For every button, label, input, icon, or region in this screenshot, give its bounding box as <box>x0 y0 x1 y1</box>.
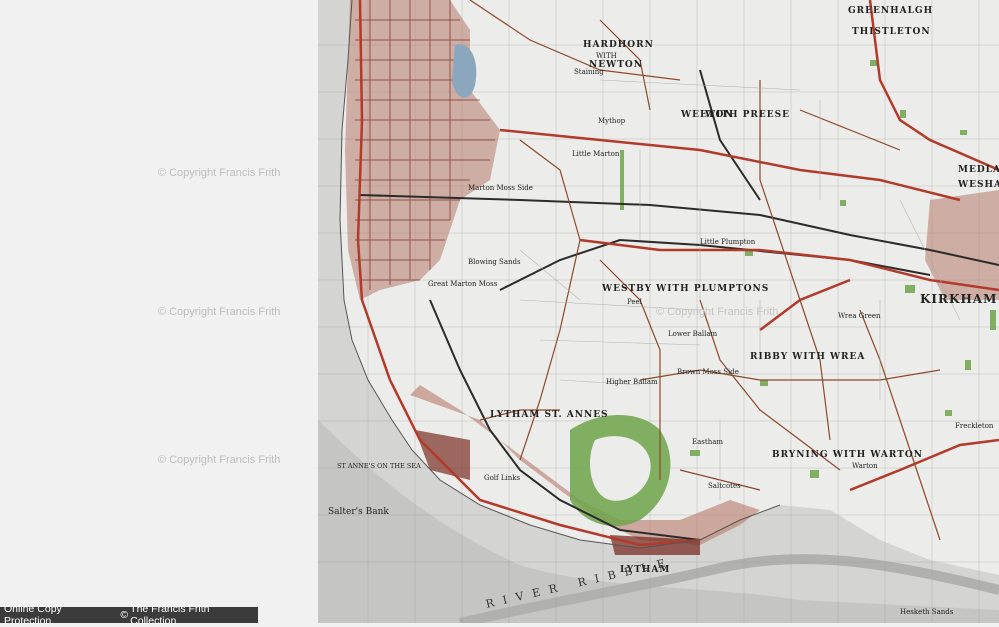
label-medlar: MEDLAR <box>958 165 999 175</box>
label-freckleton: Freckleton <box>955 422 994 430</box>
label-with: WITH <box>596 52 617 60</box>
label-little-marton: Little Marton <box>572 150 620 158</box>
label-ribby-wrea: RIBBY WITH WREA <box>750 352 866 362</box>
label-golf-links: Golf Links <box>484 474 521 482</box>
label-salters-bank: Salter's Bank <box>328 507 389 517</box>
watermark: © Copyright Francis Frith <box>158 167 281 179</box>
label-wrea-green: Wrea Green <box>838 312 881 320</box>
copy-protection-footer: Online Copy Protection. © The Francis Fr… <box>0 603 258 627</box>
label-warton: Warton <box>852 462 878 470</box>
label-eastham: Eastham <box>692 438 724 446</box>
map-image[interactable]: GREENHALGH THISTLETON HARDHORN WITH NEWT… <box>0 0 999 627</box>
label-hardhorn: HARDHORN <box>583 40 654 50</box>
label-brown-moss-side: Brown Moss Side <box>677 368 739 376</box>
label-bryning: BRYNING WITH WARTON <box>772 450 923 460</box>
label-westby-plumptons: WESTBY WITH PLUMPTONS <box>602 284 770 294</box>
label-mythop: Mythop <box>598 117 626 125</box>
label-with-preese: WITH PREESE <box>705 110 790 120</box>
label-staining: Staining <box>574 68 604 76</box>
footer-collection-text: The Francis Frith Collection <box>130 603 210 627</box>
label-kirkham: KIRKHAM <box>920 292 998 306</box>
watermark: © Copyright Francis Frith <box>158 306 281 318</box>
label-lytham-st-annes: LYTHAM ST. ANNES <box>490 410 609 420</box>
watermark: © Copyright Francis Frith <box>158 454 281 466</box>
footer-protection-text: Online Copy Protection. <box>4 603 62 627</box>
label-wesham: WESHAM <box>958 180 999 190</box>
copyright-icon: © <box>120 609 129 621</box>
label-marton-moss-side: Marton Moss Side <box>468 184 533 192</box>
label-thistleton: THISTLETON <box>852 27 931 37</box>
watermark: © Copyright Francis Frith <box>656 306 779 318</box>
label-little-plumpton: Little Plumpton <box>700 238 756 246</box>
label-lower-ballam: Lower Ballam <box>668 330 718 338</box>
label-peel: Peel <box>627 298 642 306</box>
label-saltcotes: Saltcotes <box>708 482 741 490</box>
label-greenhalgh: GREENHALGH <box>848 6 934 16</box>
label-higher-ballam: Higher Ballam <box>606 378 658 386</box>
label-blowing-sands: Blowing Sands <box>468 258 521 266</box>
label-hesketh-sands: Hesketh Sands <box>900 608 954 616</box>
label-st-annes-on-sea: ST ANNE'S ON THE SEA <box>337 462 421 470</box>
label-great-marton-moss: Great Marton Moss <box>428 280 498 288</box>
